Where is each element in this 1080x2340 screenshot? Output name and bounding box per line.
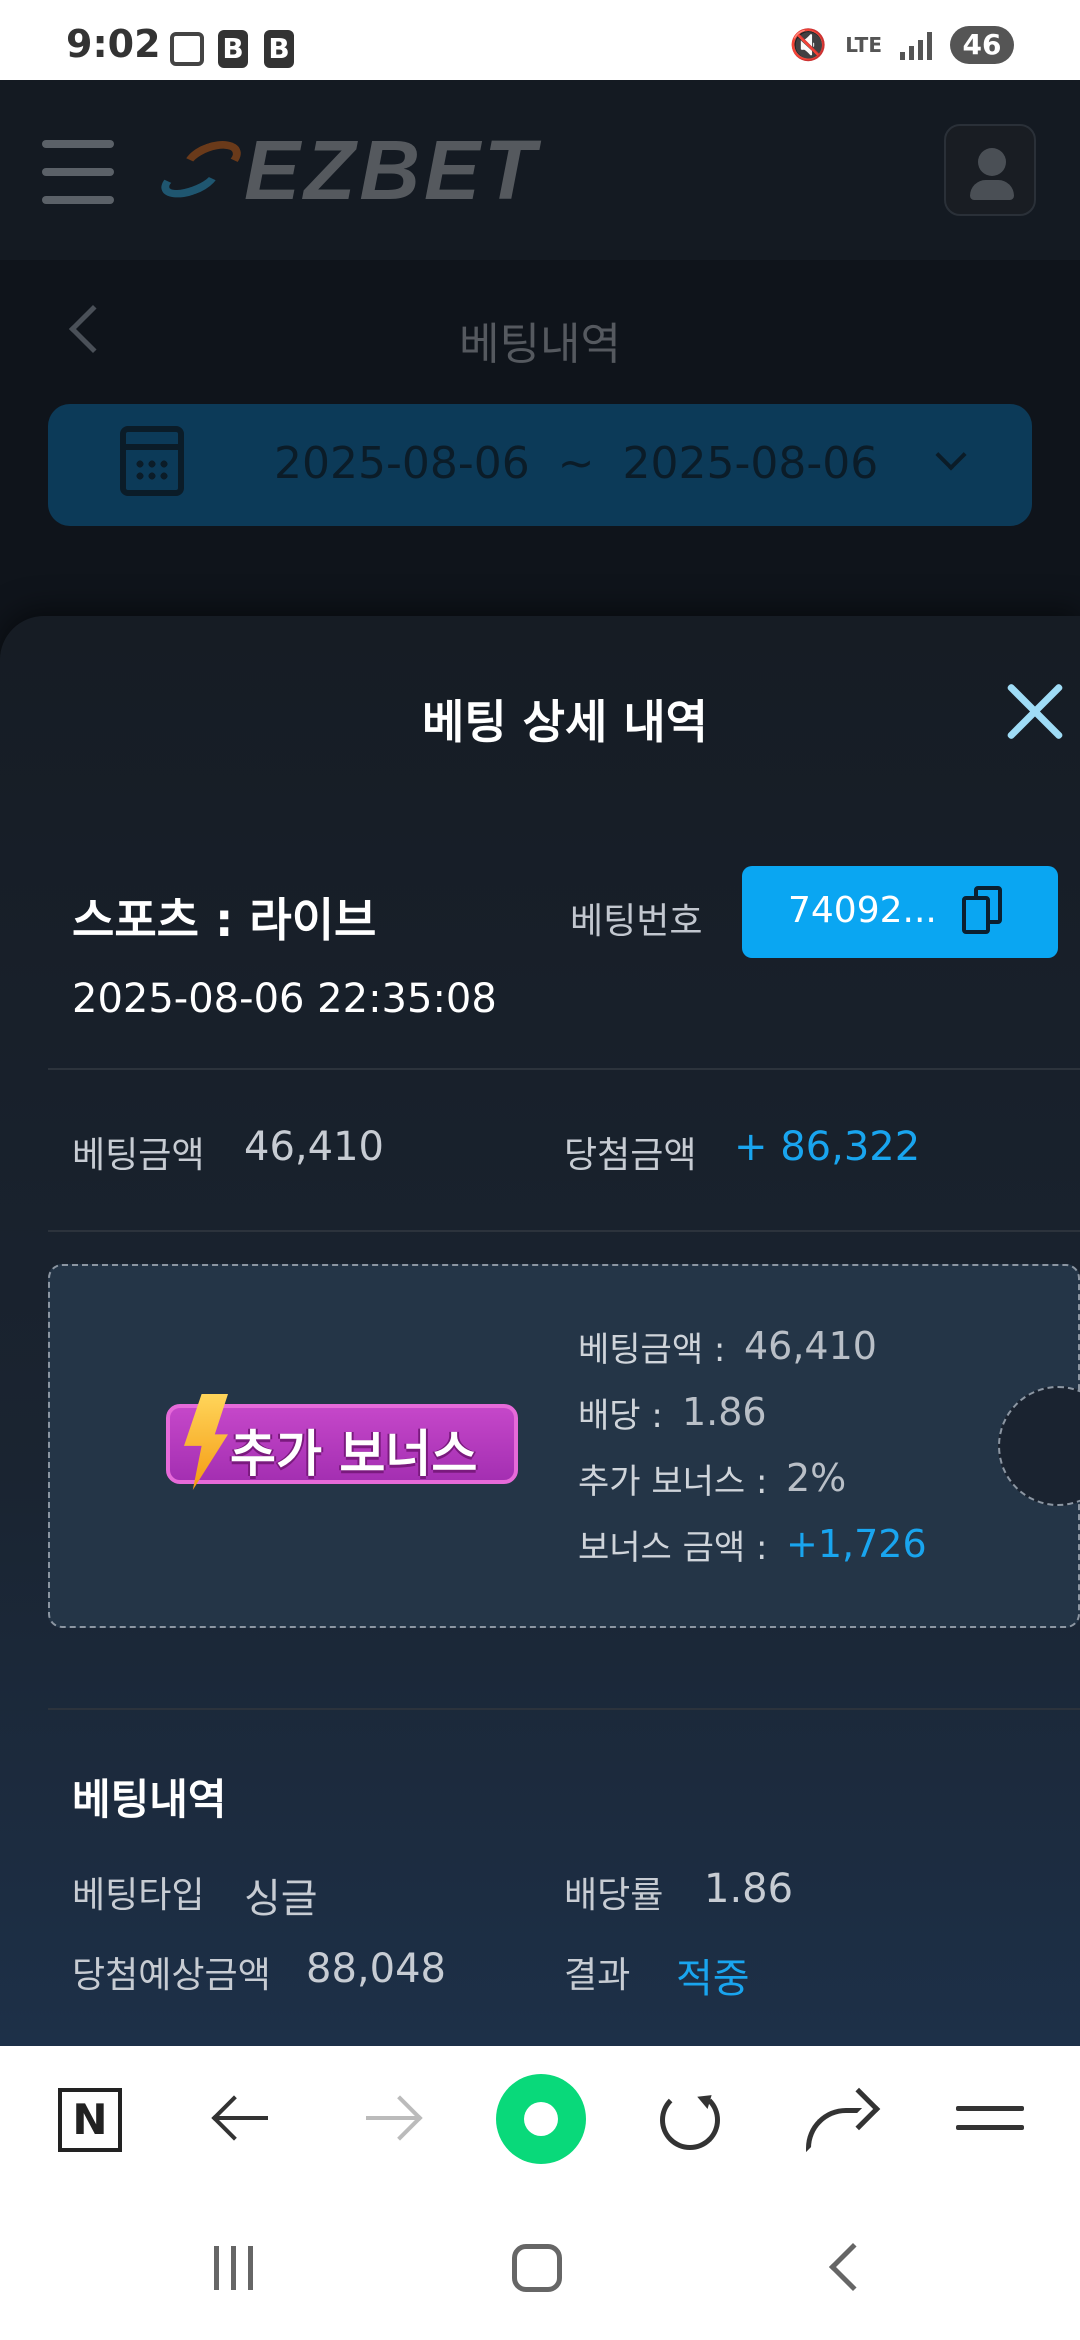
logo-text: EZBET <box>244 122 540 217</box>
lightning-icon <box>184 1394 228 1490</box>
hamburger-icon[interactable] <box>42 140 114 206</box>
home-dot-icon[interactable] <box>496 2074 586 2164</box>
bet-type-value: 싱글 <box>244 1876 318 1922</box>
bet-detail-sheet: 베팅 상세 내역 스포츠 : 라이브 2025-08-06 22:35:08 베… <box>0 616 1080 2046</box>
bonus-amount-value: +1,726 <box>786 1522 927 1566</box>
game-type: 스포츠 : 라이브 <box>72 893 377 947</box>
date-range-picker[interactable]: 2025-08-06 ~ 2025-08-06 <box>48 404 1032 526</box>
divider <box>48 1230 1080 1232</box>
divider <box>48 1068 1080 1070</box>
bet-amount-label: 베팅금액 <box>72 1135 205 1176</box>
mute-icon: 🔇 <box>789 27 828 63</box>
extra-bonus-label: 추가 보너스 : <box>578 1462 768 1502</box>
copy-bet-number-button[interactable]: 74092... <box>742 866 1058 958</box>
bet-number-label: 베팅번호 <box>570 901 703 942</box>
bonus-odds-label: 배당 : <box>578 1396 663 1436</box>
ticket-notch <box>998 1386 1080 1506</box>
status-bar: 9:02 B B 🔇 LTE 46 <box>0 0 1080 80</box>
forward-arrow-icon[interactable] <box>366 2116 418 2120</box>
system-back-icon[interactable] <box>828 2242 878 2292</box>
sheet-title: 베팅 상세 내역 <box>422 695 708 749</box>
menu-icon[interactable] <box>956 2106 1024 2144</box>
bet-amount-value: 46,410 <box>244 1124 384 1170</box>
bet-time: 2025-08-06 22:35:08 <box>72 976 497 1022</box>
copy-icon <box>962 886 1002 934</box>
home-icon[interactable] <box>512 2244 562 2292</box>
network-type: LTE <box>845 33 882 57</box>
share-icon[interactable] <box>806 2087 881 2152</box>
status-time: 9:02 <box>66 22 161 66</box>
b-app-icon: B <box>218 30 248 68</box>
extra-bonus-badge: 추가 보너스 <box>166 1394 518 1490</box>
ezbet-logo[interactable]: EZBET <box>156 123 539 217</box>
odds-rate-label: 배당률 <box>564 1875 664 1916</box>
close-icon[interactable] <box>992 672 1072 752</box>
reload-icon[interactable] <box>660 2090 720 2150</box>
history-title: 베팅내역 <box>72 1775 227 1824</box>
divider <box>48 1708 1080 1710</box>
win-amount-label: 당첨금액 <box>564 1135 697 1176</box>
app-header: EZBET <box>0 80 1080 260</box>
result-label: 결과 <box>564 1955 631 1996</box>
battery-icon: 46 <box>950 26 1014 64</box>
browser-toolbar: N <box>0 2046 1080 2194</box>
bonus-bet-amount-value: 46,410 <box>744 1324 877 1368</box>
bonus-odds-value: 1.86 <box>682 1390 767 1434</box>
extra-bonus-value: 2% <box>786 1456 847 1500</box>
screenshot-icon <box>170 32 204 66</box>
win-amount-value: + 86,322 <box>734 1124 921 1170</box>
bet-type-label: 베팅타입 <box>72 1875 205 1916</box>
date-range-text: 2025-08-06 ~ 2025-08-06 <box>274 438 879 489</box>
b-app-icon: B <box>264 30 294 68</box>
logo-mark-icon <box>156 133 247 205</box>
system-nav-bar <box>0 2194 1080 2340</box>
back-arrow-icon[interactable] <box>216 2116 268 2120</box>
bonus-amount-label: 보너스 금액 : <box>578 1528 768 1568</box>
bet-number-value: 74092... <box>788 890 937 931</box>
bonus-bet-amount-label: 베팅금액 : <box>578 1330 726 1370</box>
bonus-badge-text: 추가 보너스 <box>230 1425 478 1483</box>
page-title: 베팅내역 <box>459 319 621 370</box>
result-value: 적중 <box>676 1956 750 2002</box>
odds-rate-value: 1.86 <box>704 1866 794 1912</box>
bonus-card: 추가 보너스 베팅금액 : 46,410 배당 : 1.86 추가 보너스 : … <box>48 1264 1080 1628</box>
recent-apps-icon[interactable] <box>214 2246 253 2290</box>
expected-win-label: 당첨예상금액 <box>72 1955 271 1996</box>
status-icons: 🔇 LTE 46 <box>790 26 1014 64</box>
user-icon[interactable] <box>944 124 1036 216</box>
n-icon[interactable]: N <box>58 2088 122 2152</box>
expected-win-value: 88,048 <box>306 1946 446 1992</box>
signal-icon <box>900 30 932 60</box>
chevron-down-icon <box>935 439 967 471</box>
calendar-icon <box>120 426 184 496</box>
